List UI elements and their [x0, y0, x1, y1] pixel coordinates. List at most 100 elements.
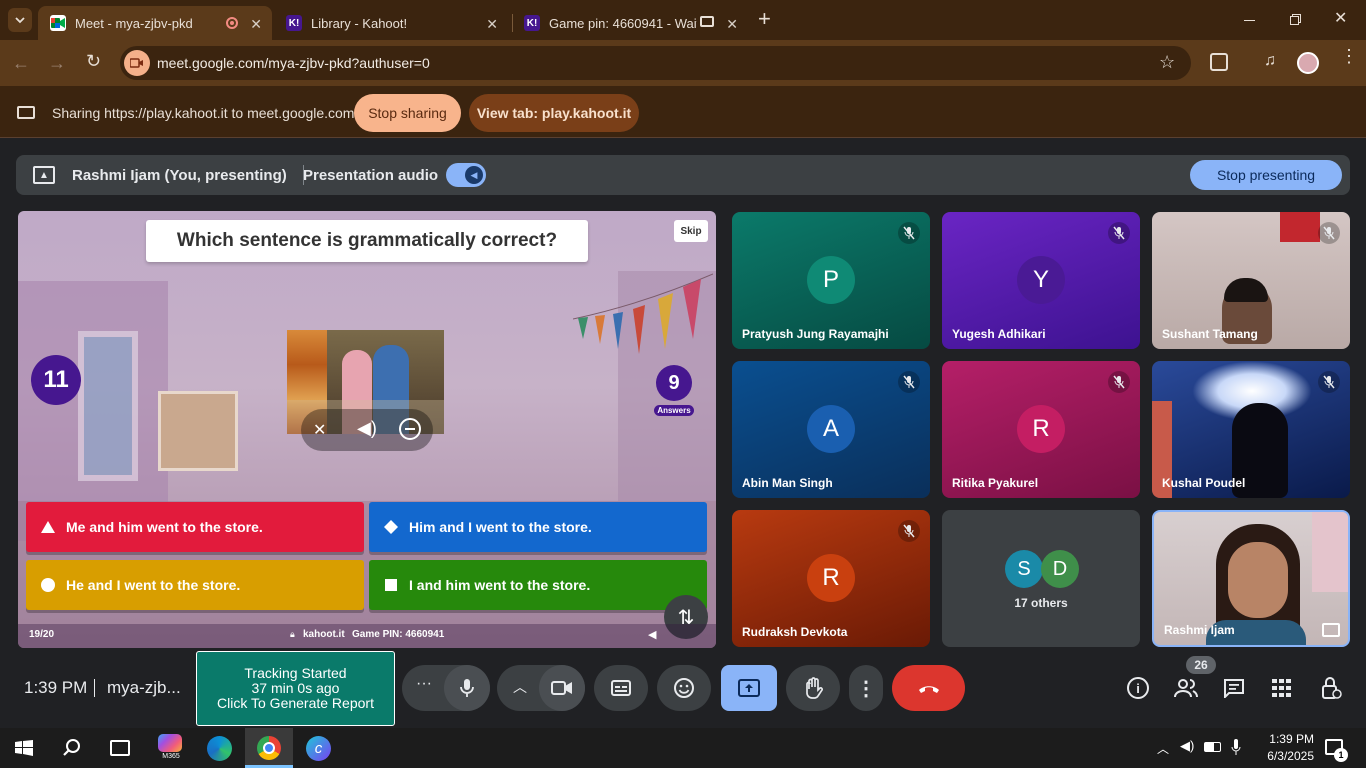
tab-meet[interactable]: Meet - mya-zjbv-pkd ✕: [38, 6, 272, 40]
task-view-icon[interactable]: [110, 740, 130, 756]
tab-search-button[interactable]: [8, 8, 32, 32]
avatar: A: [807, 405, 855, 453]
close-tab-icon[interactable]: ✕: [726, 16, 738, 33]
more-video-options-icon[interactable]: ︿: [513, 677, 527, 697]
leave-call-button[interactable]: [892, 665, 965, 711]
speaker-icon[interactable]: ◀): [1180, 738, 1194, 754]
tab-kahoot-game[interactable]: K! Game pin: 4660941 - Waitin ✕: [514, 6, 748, 40]
more-audio-options-icon[interactable]: ···: [416, 675, 432, 693]
minimize-button[interactable]: [1238, 8, 1262, 32]
windows-start-icon[interactable]: [15, 740, 33, 756]
raise-hand-button[interactable]: [786, 665, 840, 711]
view-tab-button[interactable]: View tab: play.kahoot.it: [469, 94, 639, 132]
picture-in-picture-icon[interactable]: [1322, 623, 1340, 637]
participant-tile[interactable]: A Abin Man Singh: [732, 361, 930, 498]
speaker-icon[interactable]: ◀: [648, 628, 656, 641]
chrome-taskbar-button[interactable]: [245, 728, 293, 768]
profile-avatar[interactable]: [1297, 52, 1319, 74]
battery-icon[interactable]: [1204, 742, 1221, 752]
self-tile[interactable]: Rashmi Ijam: [1152, 510, 1350, 647]
back-button[interactable]: ←: [12, 53, 30, 74]
camera-group: ︿: [497, 665, 585, 711]
participant-tile[interactable]: R Ritika Pyakurel: [942, 361, 1140, 498]
tab-kahoot-library[interactable]: K! Library - Kahoot! ✕: [276, 6, 508, 40]
avatar: P: [807, 256, 855, 304]
minimize-media-icon[interactable]: [399, 418, 421, 440]
meet-icon: [50, 15, 66, 31]
extensions-icon[interactable]: [1210, 53, 1228, 71]
mic-off-icon: [898, 520, 920, 542]
clock-date[interactable]: 6/3/2025: [1254, 749, 1314, 763]
more-options-button[interactable]: ⋮: [849, 665, 883, 711]
close-window-button[interactable]: ✕: [1334, 8, 1354, 32]
browser-menu-icon[interactable]: ⋮: [1340, 47, 1358, 65]
participant-tile[interactable]: Sushant Tamang: [1152, 212, 1350, 349]
captions-icon: [611, 680, 631, 696]
host-controls-icon[interactable]: [1320, 676, 1342, 700]
bookmark-star-icon[interactable]: ☆: [1159, 52, 1175, 73]
mic-off-icon: [1318, 222, 1340, 244]
more-vert-icon: ⋮: [856, 677, 876, 700]
camera-button[interactable]: [539, 665, 585, 711]
microphone-button[interactable]: [444, 665, 490, 711]
m365-app-icon[interactable]: M365: [158, 734, 184, 762]
present-now-button[interactable]: [721, 665, 777, 711]
participant-name: Sushant Tamang: [1162, 327, 1258, 341]
sharing-text: Sharing https://play.kahoot.it to meet.g…: [52, 105, 355, 121]
site-camera-icon[interactable]: [124, 50, 150, 76]
address-bar[interactable]: meet.google.com/mya-zjbv-pkd?authuser=0 …: [120, 46, 1191, 80]
mic-off-icon: [1318, 371, 1340, 393]
stop-sharing-button[interactable]: Stop sharing: [354, 94, 461, 132]
participant-tile[interactable]: Kushal Poudel: [1152, 361, 1350, 498]
participant-tile[interactable]: P Pratyush Jung Rayamajhi: [732, 212, 930, 349]
canva-icon[interactable]: c: [306, 736, 331, 761]
close-tab-icon[interactable]: ✕: [486, 16, 498, 33]
participant-tile[interactable]: R Rudraksh Devkota: [732, 510, 930, 647]
captions-button[interactable]: [594, 665, 648, 711]
avatar: R: [1017, 405, 1065, 453]
presentation-audio-toggle[interactable]: ◀: [446, 163, 486, 187]
participant-tile[interactable]: Y Yugesh Adhikari: [942, 212, 1140, 349]
tracking-report-button[interactable]: Tracking Started 37 min 0s ago Click To …: [196, 651, 395, 726]
question-progress: 19/20: [29, 629, 55, 640]
restore-button[interactable]: [1284, 8, 1308, 32]
cast-icon: [700, 16, 714, 27]
hang-up-icon: [918, 686, 939, 693]
media-controls-icon[interactable]: ♫: [1264, 52, 1276, 70]
skip-button[interactable]: Skip: [674, 220, 708, 242]
others-tile[interactable]: S D 17 others: [942, 510, 1140, 647]
answer-option-square[interactable]: I and him went to the store.: [369, 560, 707, 610]
present-screen-icon: [738, 679, 760, 697]
answer-option-circle[interactable]: He and I went to the store.: [26, 560, 364, 610]
meeting-details-icon[interactable]: i: [1127, 677, 1149, 699]
volume-icon[interactable]: ◀): [357, 418, 377, 439]
edge-icon[interactable]: [207, 736, 232, 761]
chevron-down-icon: [15, 17, 25, 24]
screen-share-icon: [17, 106, 35, 119]
microphone-icon: [460, 679, 474, 697]
people-icon[interactable]: [1174, 678, 1198, 698]
reactions-button[interactable]: [657, 665, 711, 711]
answers-label: Answers: [654, 405, 694, 416]
meeting-code: mya-zjb...: [107, 678, 181, 697]
close-tab-icon[interactable]: ✕: [250, 16, 262, 33]
activities-icon[interactable]: [1272, 679, 1292, 697]
search-icon[interactable]: [62, 738, 82, 758]
answer-option-diamond[interactable]: Him and I went to the store.: [369, 502, 707, 552]
presenting-bar: ▲ Rashmi Ijam (You, presenting) Presenta…: [16, 155, 1350, 195]
show-hidden-icons[interactable]: ︿: [1157, 740, 1169, 757]
mute-video-icon[interactable]: ✕: [313, 420, 326, 440]
participant-name: Pratyush Jung Rayamajhi: [742, 327, 889, 341]
stop-presenting-button[interactable]: Stop presenting: [1190, 160, 1342, 190]
clock-time[interactable]: 1:39 PM: [1262, 732, 1314, 746]
reload-button[interactable]: ↻: [86, 51, 101, 72]
notification-count-badge: 1: [1334, 748, 1348, 762]
emoji-icon: [674, 678, 694, 698]
microphone-tray-icon[interactable]: [1231, 739, 1241, 756]
forward-button[interactable]: →: [48, 53, 66, 74]
new-tab-button[interactable]: +: [758, 8, 778, 32]
avatar: S: [1005, 550, 1043, 588]
chat-icon[interactable]: [1223, 678, 1245, 700]
hand-icon: [806, 677, 823, 699]
answer-option-triangle[interactable]: Me and him went to the store.: [26, 502, 364, 552]
